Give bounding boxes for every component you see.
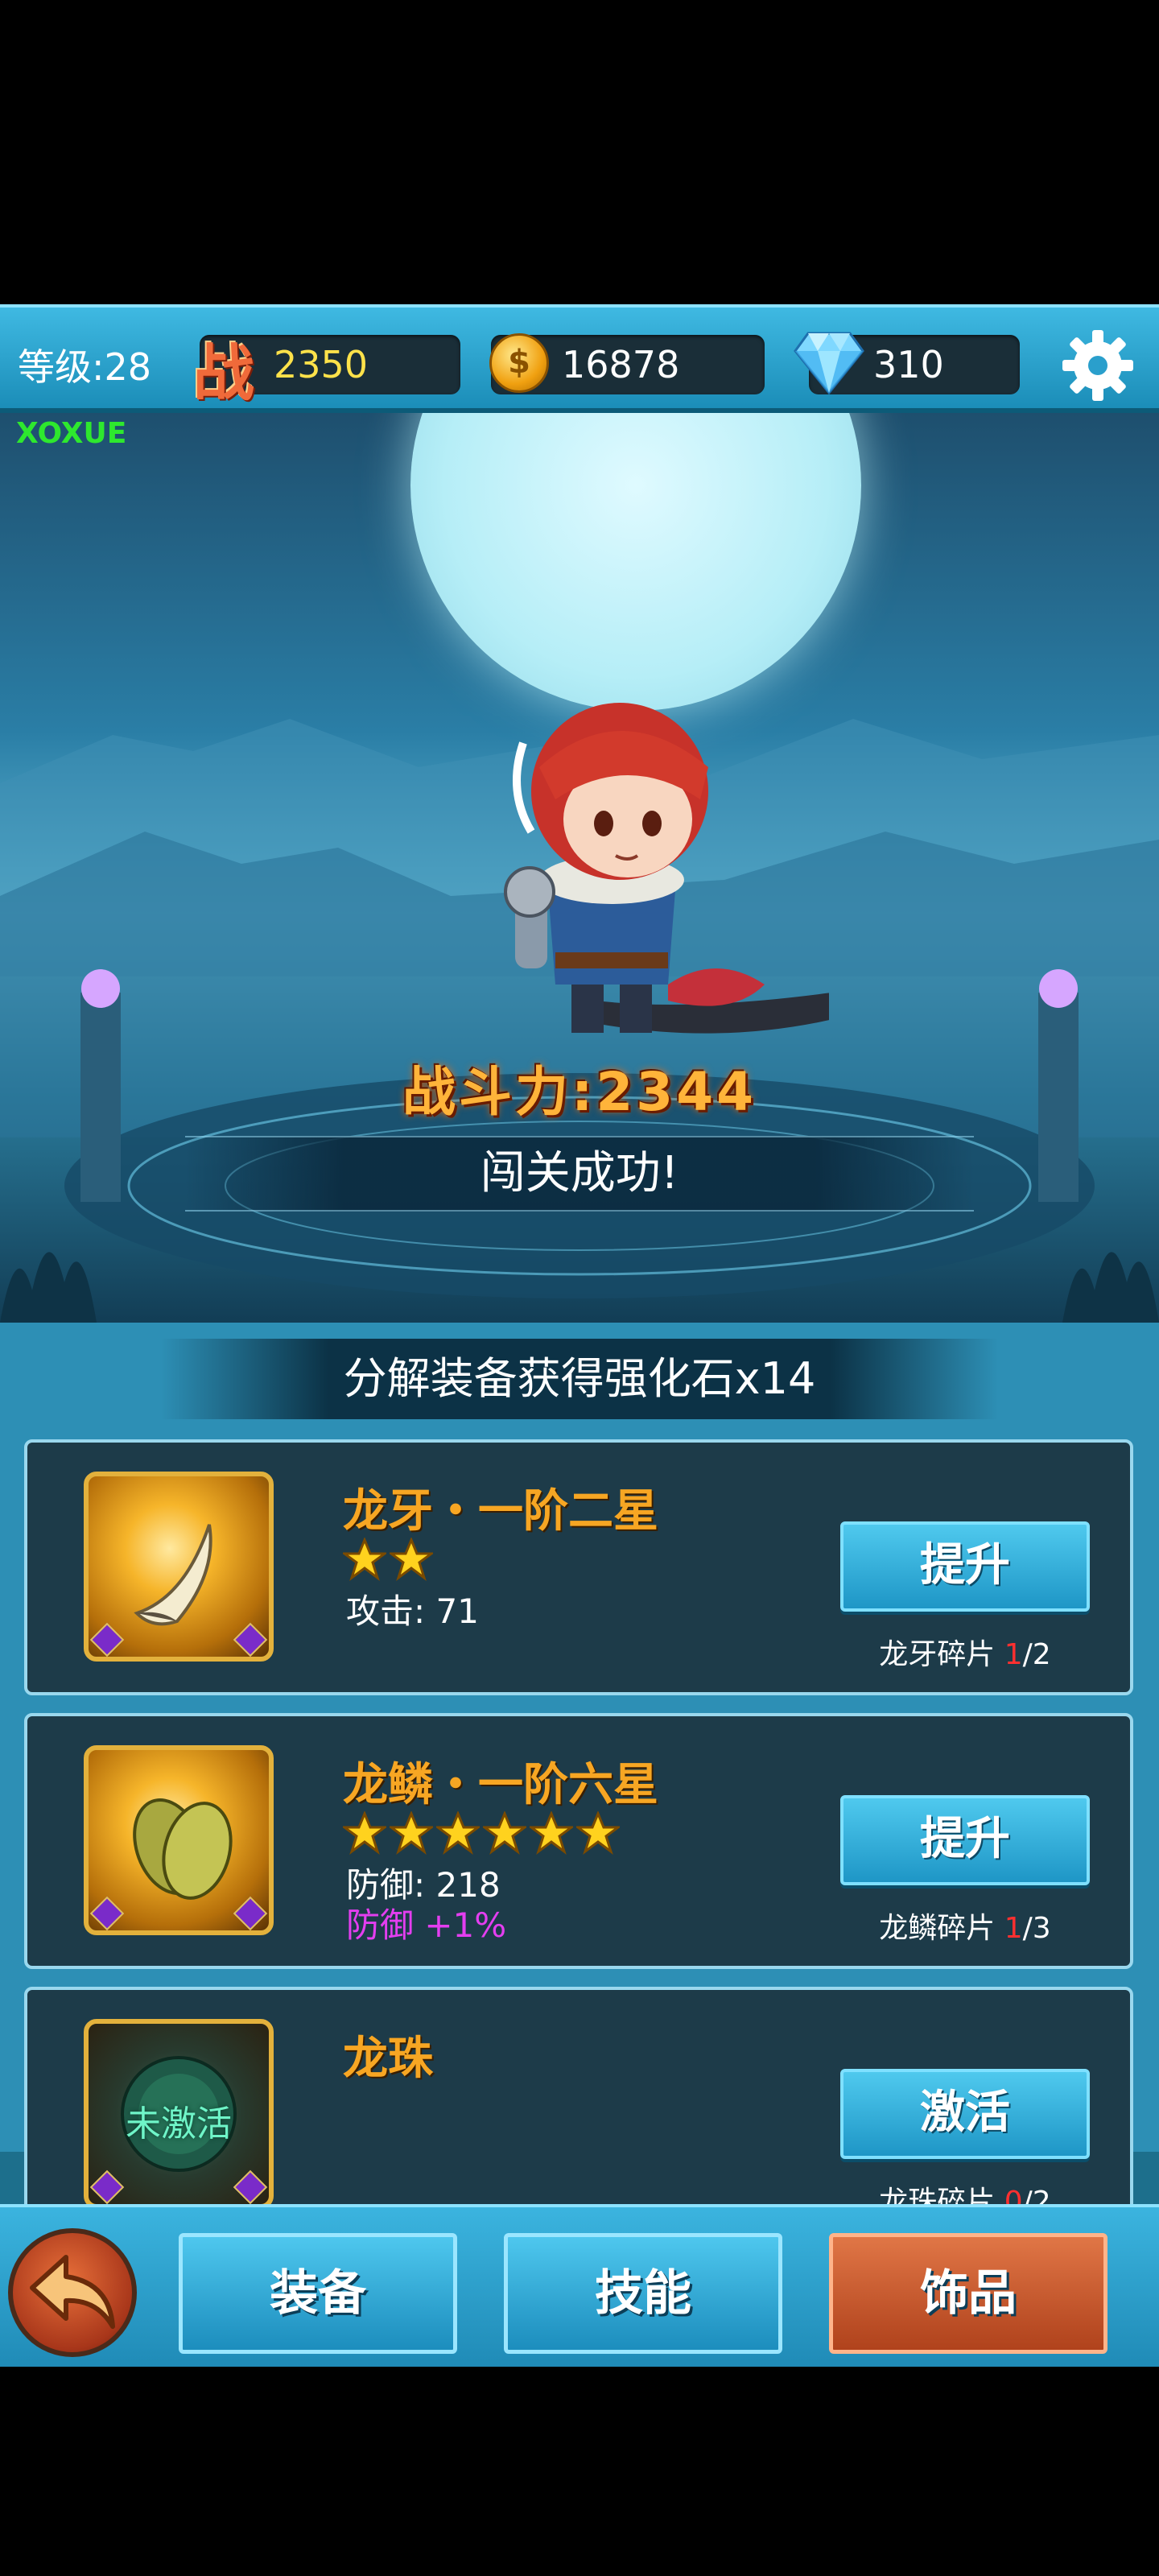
combat-power-display: 战斗力:2344 <box>402 1061 757 1123</box>
fragment-have: 1 <box>1004 1638 1023 1671</box>
item-name: 龙牙・一阶二星 <box>343 1485 658 1538</box>
upgrade-button[interactable]: 提升 <box>840 1795 1090 1885</box>
combat-power-value: 2350 <box>274 343 369 386</box>
fragment-label: 龙鳞碎片 <box>879 1912 996 1945</box>
gold-value: 16878 <box>562 343 680 386</box>
diamond-icon <box>794 332 864 395</box>
dragon-pearl-icon: 未激活 <box>84 2019 274 2209</box>
star-icon <box>436 1811 480 1855</box>
item-stat: 攻击: 71 <box>346 1591 479 1631</box>
fragment-count: 龙牙碎片 1/2 <box>824 1631 1106 1673</box>
star-icon <box>343 1811 386 1855</box>
dragon-scale-icon <box>84 1745 274 1935</box>
player-level: 等级:28 <box>18 345 152 389</box>
star-rating <box>343 1811 620 1855</box>
equipment-panel: 分解装备获得强化石x14 龙牙・一阶二星 攻击: 71 提升 龙牙碎片 1/2 <box>0 1323 1159 2243</box>
item-name: 龙珠 <box>343 2033 433 2085</box>
hero-character <box>504 703 829 1034</box>
item-bonus-stat: 防御 +1% <box>346 1905 507 1945</box>
fragment-need: /3 <box>1022 1912 1051 1945</box>
star-icon <box>530 1811 573 1855</box>
game-screen: 等级:28 2350 战 16878 $ 310 战斗力:2344 闯关成功! … <box>0 304 1159 2367</box>
bottom-nav: 装备 技能 饰品 <box>0 2204 1159 2367</box>
upgrade-button[interactable]: 提升 <box>840 1521 1090 1612</box>
tab-accessories[interactable]: 饰品 <box>829 2233 1107 2354</box>
star-icon <box>576 1811 620 1855</box>
star-rating <box>343 1538 433 1581</box>
power-icon: 战 <box>193 337 254 409</box>
top-bar: 等级:28 2350 战 16878 $ 310 <box>0 304 1159 413</box>
watermark-text: XOXUE <box>16 417 127 450</box>
gear-icon[interactable] <box>1059 327 1136 404</box>
star-icon <box>343 1538 386 1581</box>
coin-icon: $ <box>489 333 549 393</box>
fragment-count: 龙鳞碎片 1/3 <box>824 1905 1106 1946</box>
tab-equipment[interactable]: 装备 <box>179 2233 457 2354</box>
diamond-value: 310 <box>873 343 944 386</box>
star-icon <box>390 1811 433 1855</box>
fragment-need: /2 <box>1022 1638 1051 1671</box>
activate-button[interactable]: 激活 <box>840 2069 1090 2159</box>
item-card-dragon-scale: 龙鳞・一阶六星 防御: 218 防御 +1% 提升 龙鳞碎片 1/3 <box>24 1713 1133 1969</box>
fragment-have: 1 <box>1004 1912 1023 1945</box>
dragon-fang-icon <box>84 1472 274 1662</box>
item-name: 龙鳞・一阶六星 <box>343 1759 658 1811</box>
back-button[interactable] <box>8 2228 137 2357</box>
not-activated-label: 未激活 <box>126 2103 232 2145</box>
star-icon <box>483 1811 526 1855</box>
stage-clear-banner: 闯关成功! <box>185 1136 974 1212</box>
back-arrow-icon <box>30 2255 115 2329</box>
star-icon <box>390 1538 433 1581</box>
item-card-dragon-fang: 龙牙・一阶二星 攻击: 71 提升 龙牙碎片 1/2 <box>24 1439 1133 1695</box>
fragment-label: 龙牙碎片 <box>879 1638 996 1671</box>
battle-scene: 战斗力:2344 闯关成功! <box>0 413 1159 1323</box>
decompose-reward-text: 分解装备获得强化石x14 <box>161 1339 998 1419</box>
tab-skills[interactable]: 技能 <box>504 2233 782 2354</box>
